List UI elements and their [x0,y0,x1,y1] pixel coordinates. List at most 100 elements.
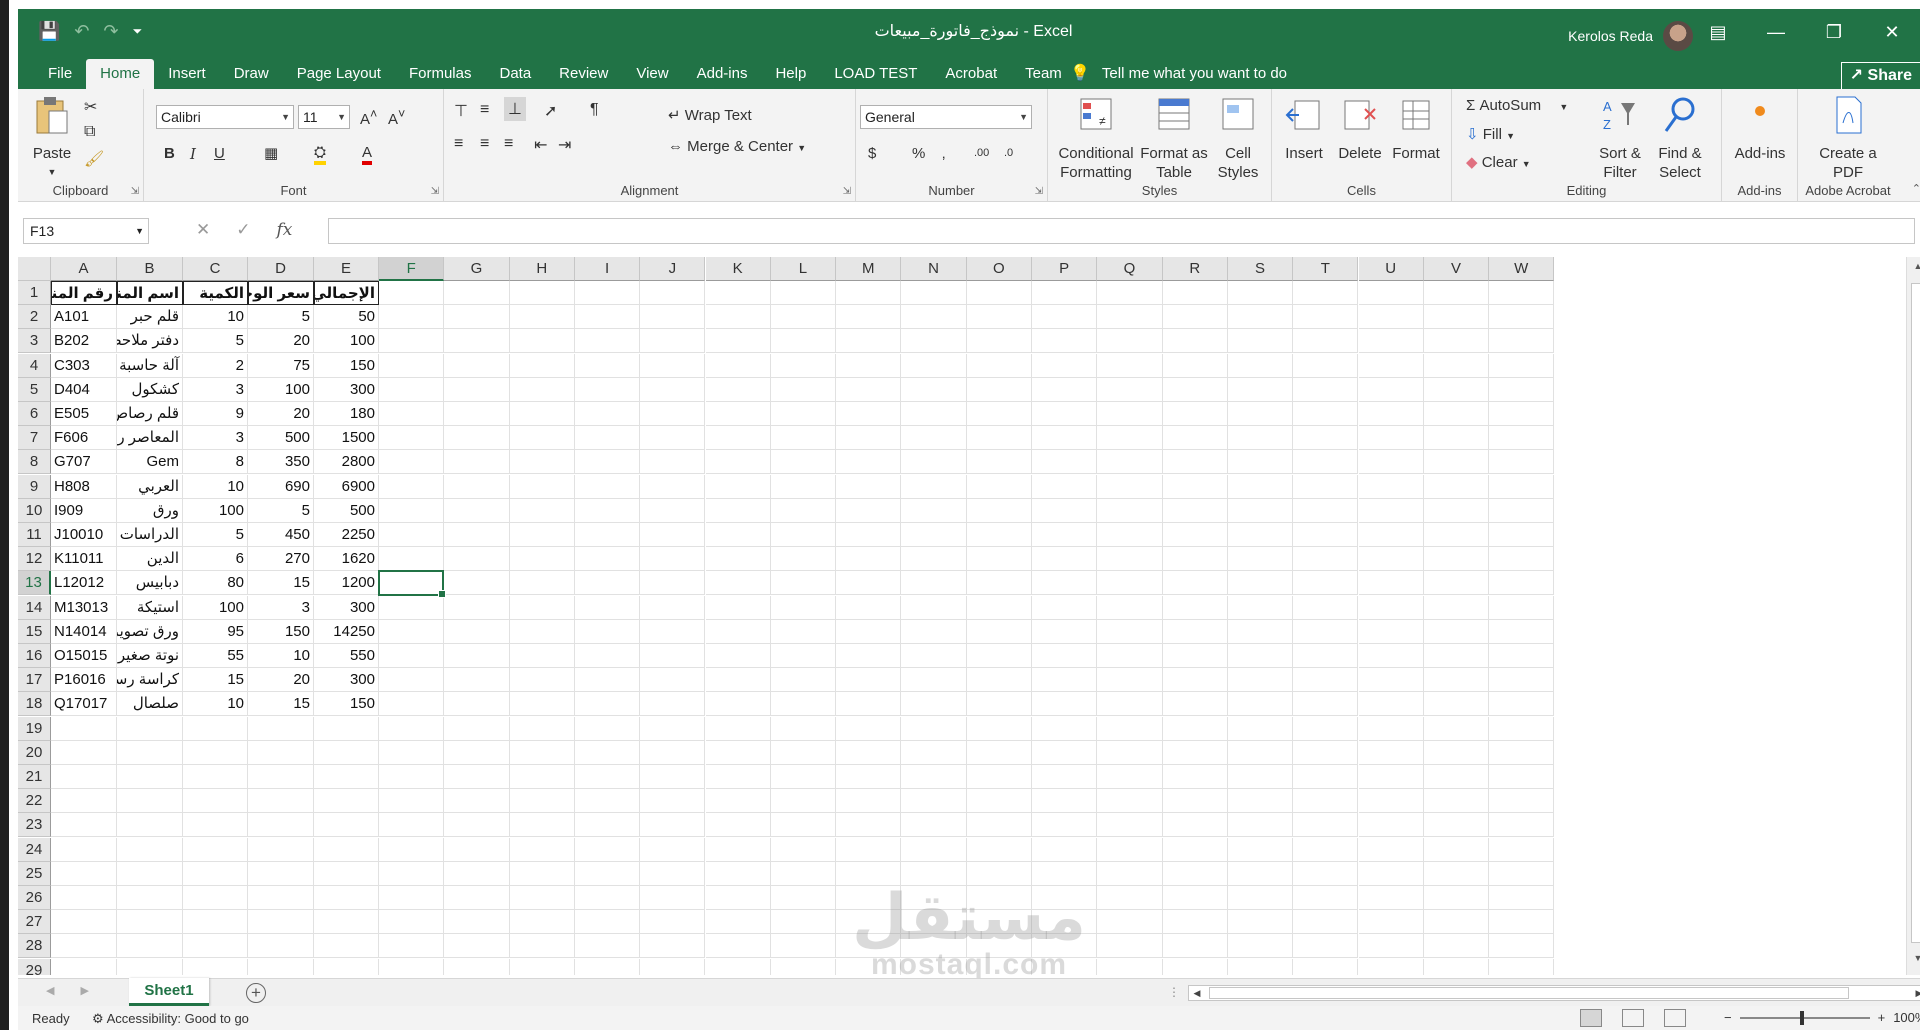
create-pdf-button[interactable]: Create a PDF [1808,95,1888,182]
cell-f17[interactable] [379,668,445,693]
cell-b12[interactable]: الدين [117,547,183,572]
cell-v26[interactable] [1423,886,1490,910]
cell-k21[interactable] [705,765,771,789]
cell-g12[interactable] [444,547,510,572]
row-header[interactable]: 8 [18,450,51,475]
cell-n18[interactable] [901,692,967,717]
cell-t4[interactable] [1293,353,1359,378]
cell-n25[interactable] [901,861,967,886]
cell-t15[interactable] [1293,619,1359,644]
cell-k20[interactable] [705,740,771,765]
cell-m16[interactable] [836,644,902,668]
cell-e14[interactable]: 300 [314,595,379,620]
cell-w2[interactable] [1489,305,1555,330]
decrease-decimal-icon[interactable]: .0 [1004,147,1013,159]
row-header[interactable]: 15 [18,619,51,644]
cell-f8[interactable] [379,450,445,475]
cell-e25[interactable] [314,861,379,886]
cell-p16[interactable] [1032,644,1098,668]
cell-n17[interactable] [901,668,967,693]
cell-e24[interactable] [314,837,379,862]
cell-c25[interactable] [183,861,248,886]
column-header-j[interactable]: J [640,257,706,281]
cell-i5[interactable] [574,377,641,402]
cell-p10[interactable] [1032,498,1098,523]
cell-k23[interactable] [705,813,771,838]
cell-h13[interactable] [509,571,575,596]
row-header[interactable]: 14 [18,595,51,620]
cell-s9[interactable] [1227,474,1294,499]
cell-f19[interactable] [379,716,445,741]
cell-q15[interactable] [1097,619,1163,644]
fill-button[interactable]: ⇩ Fill ▼ [1466,125,1515,143]
increase-font-icon[interactable]: A˄ [360,107,377,128]
cell-d3[interactable]: 20 [248,329,314,354]
formula-input[interactable] [328,218,1915,244]
cell-p20[interactable] [1032,740,1098,765]
delete-cells-button[interactable]: Delete [1332,95,1388,163]
cell-j14[interactable] [640,595,706,620]
cell-r16[interactable] [1162,644,1228,668]
cell-j11[interactable] [640,523,706,547]
cell-t19[interactable] [1293,716,1359,741]
cell-f16[interactable] [379,644,445,668]
cell-s10[interactable] [1227,498,1294,523]
cell-r20[interactable] [1162,740,1228,765]
cell-j7[interactable] [640,426,706,451]
cell-f28[interactable] [379,934,445,959]
cell-p12[interactable] [1032,547,1098,572]
cell-h19[interactable] [509,716,575,741]
cell-n28[interactable] [901,934,967,959]
cell-a14[interactable]: M13013 [51,595,117,620]
insert-function-icon[interactable]: fx [277,220,293,240]
cell-k12[interactable] [705,547,771,572]
cell-q25[interactable] [1097,861,1163,886]
column-header-u[interactable]: U [1358,257,1424,281]
cell-o23[interactable] [966,813,1032,838]
cell-s26[interactable] [1227,886,1294,910]
scroll-left-icon[interactable]: ◀ [1189,986,1205,1000]
cell-u22[interactable] [1358,789,1424,814]
row-header[interactable]: 9 [18,474,51,499]
cell-j4[interactable] [640,353,706,378]
cell-q28[interactable] [1097,934,1163,959]
cell-j10[interactable] [640,498,706,523]
cell-c8[interactable]: 8 [183,450,248,475]
normal-view-icon[interactable] [1580,1009,1602,1027]
cell-c26[interactable] [183,886,248,910]
cell-g29[interactable] [444,958,510,975]
cell-s17[interactable] [1227,668,1294,693]
cell-r11[interactable] [1162,523,1228,547]
cell-s13[interactable] [1227,571,1294,596]
cell-c12[interactable]: 6 [183,547,248,572]
cell-q17[interactable] [1097,668,1163,693]
cell-t7[interactable] [1293,426,1359,451]
cell-j3[interactable] [640,329,706,354]
cell-c24[interactable] [183,837,248,862]
cell-m18[interactable] [836,692,902,717]
cell-i8[interactable] [574,450,641,475]
cell-o9[interactable] [966,474,1032,499]
cell-a17[interactable]: P16016 [51,668,117,693]
cell-i27[interactable] [574,910,641,935]
cell-m1[interactable] [836,281,902,305]
cell-j19[interactable] [640,716,706,741]
cell-g1[interactable] [444,281,510,305]
column-header-l[interactable]: L [770,257,837,281]
row-header[interactable]: 1 [18,281,51,305]
cell-w29[interactable] [1489,958,1555,975]
merge-center-button[interactable]: ⇔ Merge & Center ▼ [668,138,806,155]
cell-f29[interactable] [379,958,445,975]
cell-q10[interactable] [1097,498,1163,523]
cell-a27[interactable] [51,910,117,935]
cell-a23[interactable] [51,813,117,838]
cell-w16[interactable] [1489,644,1555,668]
cell-m7[interactable] [836,426,902,451]
cell-c22[interactable] [183,789,248,814]
cell-k3[interactable] [705,329,771,354]
cell-m27[interactable] [836,910,902,935]
cell-k5[interactable] [705,377,771,402]
cell-k17[interactable] [705,668,771,693]
cell-u17[interactable] [1358,668,1424,693]
cell-m9[interactable] [836,474,902,499]
